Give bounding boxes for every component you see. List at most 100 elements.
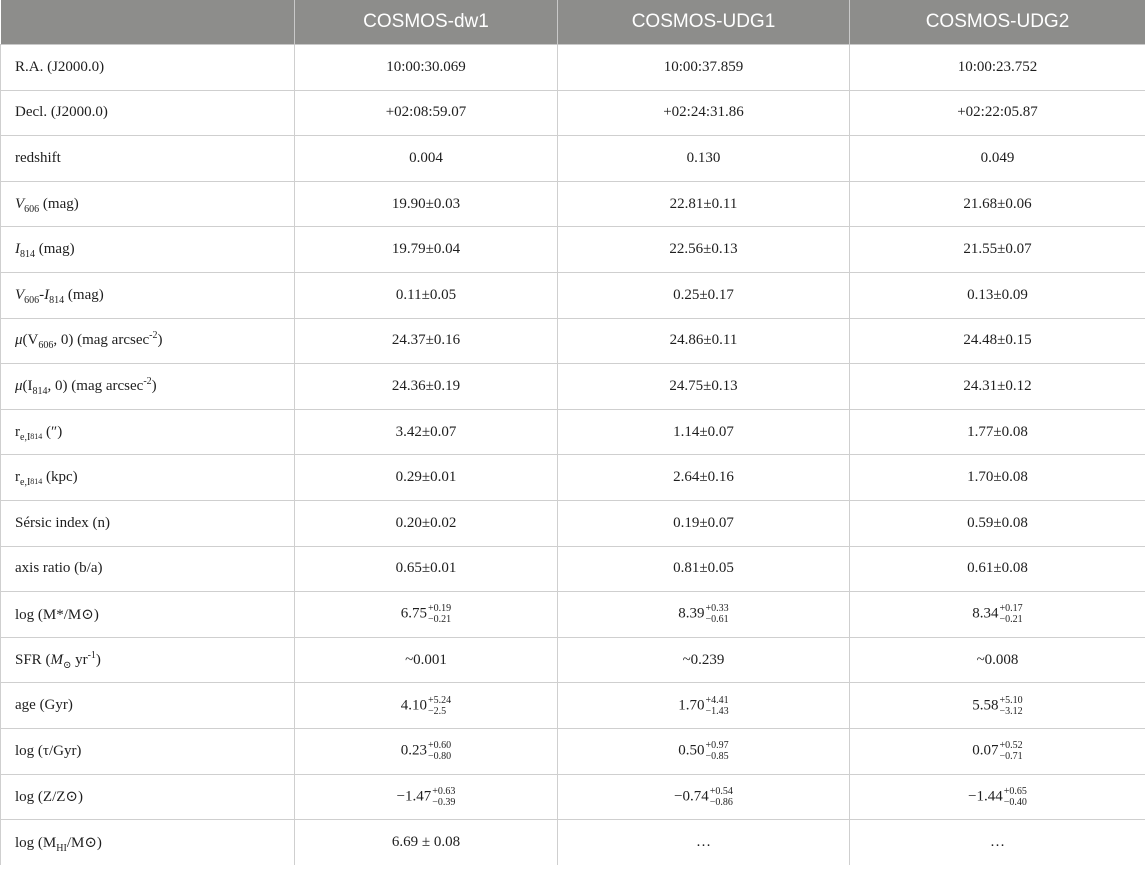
value-upper-error: +0.97 xyxy=(705,740,729,752)
label-text: Decl. (J2000.0) xyxy=(15,104,108,121)
table-row: log (M*/M⊙) 6.75 +0.19 −0.21 8.39 +0.33 −0.61 8… xyxy=(0,591,1145,638)
row-label: axis ratio (b/a) xyxy=(0,545,295,593)
label-tail: /M⊙) xyxy=(66,834,102,851)
table-row: V606-I814 (mag) 0.11±0.05 0.25±0.17 0.13±0.… xyxy=(0,271,1145,319)
value-cell: … xyxy=(849,819,1145,865)
label-prefix: (I xyxy=(22,377,33,394)
value-lower-error: −0.21 xyxy=(428,614,452,626)
value-upper-error: +0.52 xyxy=(999,740,1023,752)
value-errors: +0.19 −0.21 xyxy=(428,603,451,625)
header-corner xyxy=(0,0,295,45)
value-cell: 22.56±0.13 xyxy=(557,226,850,273)
value-errors: +0.65 −0.40 xyxy=(1004,786,1027,808)
value-cell: 3.42±0.07 xyxy=(294,408,558,456)
value-main: −1.44 xyxy=(968,788,1003,805)
value-lower-error: −0.61 xyxy=(705,614,729,626)
row-label: Sérsic index (n) xyxy=(0,499,295,547)
header-row: COSMOS-dw1 COSMOS-UDG1 COSMOS-UDG2 xyxy=(0,0,1145,45)
row-label: μ(I814, 0) (mag arcsec-2) xyxy=(0,363,295,410)
label-mid: yr xyxy=(71,651,88,668)
value-upper-error: +5.24 xyxy=(428,694,452,706)
value-errors: +0.63 −0.39 xyxy=(432,786,455,808)
value-cell: 0.23 +0.60 −0.80 xyxy=(294,727,558,775)
table-row: V606 (mag) 19.90±0.03 22.81±0.11 21.68±0.06 xyxy=(0,180,1145,228)
value-cell: 0.65±0.01 xyxy=(294,545,558,593)
value-errors: +5.24 −2.5 xyxy=(428,695,451,717)
table-row: log (τ/Gyr) 0.23 +0.60 −0.80 0.50 +0.97 −0.85 0… xyxy=(0,727,1145,775)
value-main: −1.47 xyxy=(396,788,432,805)
value-cell: 0.25±0.17 xyxy=(557,271,850,319)
row-label: Decl. (J2000.0) xyxy=(0,89,295,137)
row-label: re,I814 (″) xyxy=(0,408,295,456)
value-cell: 0.61±0.08 xyxy=(849,545,1145,593)
row-label: I814 (mag) xyxy=(0,226,295,273)
label-tail: (mag) xyxy=(39,195,79,212)
value-upper-error: +0.54 xyxy=(709,785,733,797)
value-main: 0.50 xyxy=(678,742,705,759)
label-text: age (Gyr) xyxy=(15,697,73,714)
row-label: SFR (M⊙ yr-1) xyxy=(0,636,295,684)
label-subscript-2: 814 xyxy=(30,431,43,441)
label-tail: (kpc) xyxy=(42,469,78,486)
label-tail: (mag) xyxy=(64,286,104,303)
value-cell: 24.48±0.15 xyxy=(849,317,1145,365)
value-lower-error: −2.5 xyxy=(428,705,447,717)
value-errors: +0.97 −0.85 xyxy=(706,740,729,762)
table-row: log (Z/Z⊙) −1.47 +0.63 −0.39 −0.74 +0.54 −0.86… xyxy=(0,773,1145,821)
value-cell: 0.59±0.08 xyxy=(849,499,1145,547)
table-row: log (MHI/M⊙) 6.69 ± 0.08…… xyxy=(0,819,1145,865)
label-text: log (τ/Gyr) xyxy=(15,742,82,759)
value-cell: … xyxy=(557,819,850,865)
label-tail: ) xyxy=(151,377,157,394)
value-cell: 0.13±0.09 xyxy=(849,271,1145,319)
value-upper-error: +5.10 xyxy=(999,694,1023,706)
header-cosmos-udg2: COSMOS-UDG2 xyxy=(849,0,1145,45)
value-main: 0.23 xyxy=(400,742,428,759)
value-cell: 0.004 xyxy=(294,135,558,182)
value-cell: 10:00:30.069 xyxy=(294,44,558,91)
value-cell: 0.81±0.05 xyxy=(557,545,850,593)
value-cell: 1.77±0.08 xyxy=(849,408,1145,456)
label-text: SFR ( xyxy=(15,651,51,668)
value-errors: +4.41 −1.43 xyxy=(706,695,729,717)
value-cell: 5.58 +5.10 −3.12 xyxy=(849,682,1145,729)
value-cell: −0.74 +0.54 −0.86 xyxy=(557,773,850,821)
row-label: re,I814 (kpc) xyxy=(0,454,295,501)
value-errors: +0.33 −0.61 xyxy=(706,603,729,625)
value-cell: 0.130 xyxy=(557,135,850,182)
value-cell: +02:08:59.07 xyxy=(294,89,558,137)
label-symbol: V xyxy=(15,195,25,212)
value-errors: +0.54 −0.86 xyxy=(710,786,733,808)
label-superscript: -1 xyxy=(87,649,96,661)
value-cell: 10:00:37.859 xyxy=(557,44,850,91)
value-cell: 4.10 +5.24 −2.5 xyxy=(294,682,558,729)
value-cell: 0.19±0.07 xyxy=(557,499,850,547)
value-cell: ~0.001 xyxy=(294,636,558,684)
value-lower-error: −0.86 xyxy=(709,796,733,808)
label-text: redshift xyxy=(15,149,61,166)
row-label: log (M*/M⊙) xyxy=(0,591,295,638)
value-errors: +0.52 −0.71 xyxy=(1000,740,1023,762)
table-row: Decl. (J2000.0) +02:08:59.07 +02:24:31.86 +… xyxy=(0,89,1145,137)
value-cell: 19.79±0.04 xyxy=(294,226,558,273)
row-label: redshift xyxy=(0,135,295,182)
value-cell: 1.70±0.08 xyxy=(849,454,1145,501)
value-upper-error: +0.65 xyxy=(1003,785,1027,797)
value-cell: 24.31±0.12 xyxy=(849,363,1145,410)
value-cell: 2.64±0.16 xyxy=(557,454,850,501)
label-subscript: HI xyxy=(56,842,67,854)
value-cell: −1.47 +0.63 −0.39 xyxy=(294,773,558,821)
value-main: 4.10 xyxy=(400,697,428,714)
row-label: log (Z/Z⊙) xyxy=(0,773,295,821)
table-row: axis ratio (b/a) 0.65±0.01 0.81±0.05 0.61±0… xyxy=(0,545,1145,593)
value-cell: 19.90±0.03 xyxy=(294,180,558,228)
row-label: V606-I814 (mag) xyxy=(0,271,295,319)
value-cell: +02:22:05.87 xyxy=(849,89,1145,137)
value-main: 5.58 xyxy=(972,697,999,714)
label-symbol: M xyxy=(50,651,63,668)
value-lower-error: −0.71 xyxy=(999,751,1023,763)
table-row: R.A. (J2000.0) 10:00:30.069 10:00:37.859 10… xyxy=(0,44,1145,91)
value-cell: 0.049 xyxy=(849,135,1145,182)
label-subscript-2: 814 xyxy=(49,294,65,306)
value-cell: 21.68±0.06 xyxy=(849,180,1145,228)
